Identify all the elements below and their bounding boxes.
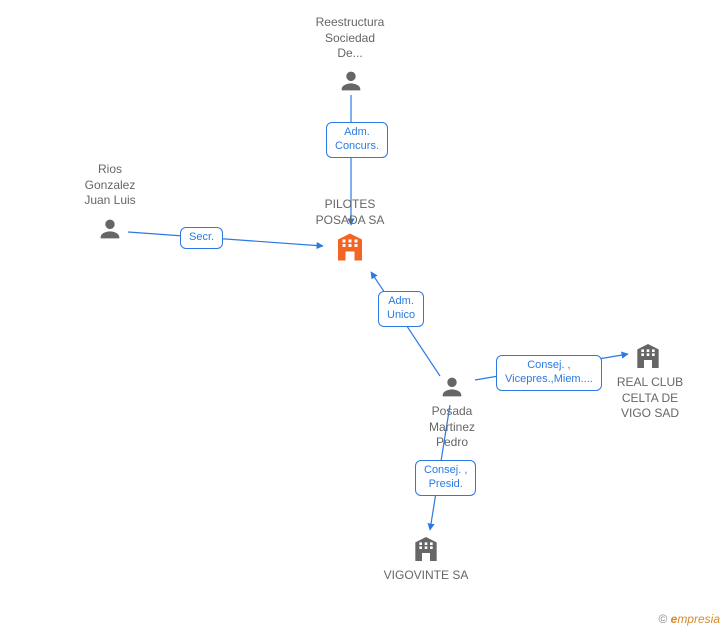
brand-logo: empresia [671, 612, 720, 626]
building-icon-primary[interactable] [332, 229, 368, 270]
edge-rios-pilotes [128, 232, 323, 246]
node-label-realclub[interactable]: REAL CLUB CELTA DE VIGO SAD [600, 375, 700, 422]
edge-label-consej-vicepres[interactable]: Consej. , Vicepres.,Miem.... [496, 355, 602, 391]
edge-label-adm-unico[interactable]: Adm. Unico [378, 291, 424, 327]
node-label-reestructura[interactable]: Reestructura Sociedad De... [300, 15, 400, 62]
building-icon[interactable] [410, 533, 442, 570]
building-icon[interactable] [632, 340, 664, 377]
footer-copyright: © empresia [658, 612, 720, 626]
edge-label-adm-concurs[interactable]: Adm. Concurs. [326, 122, 388, 158]
edge-label-consej-presid[interactable]: Consej. , Presid. [415, 460, 476, 496]
person-icon[interactable] [337, 67, 365, 100]
copyright-symbol: © [658, 612, 667, 626]
node-label-vigovinte[interactable]: VIGOVINTE SA [376, 568, 476, 584]
person-icon[interactable] [96, 215, 124, 248]
edge-label-secr[interactable]: Secr. [180, 227, 223, 249]
person-icon[interactable] [438, 373, 466, 406]
node-label-pilotes[interactable]: PILOTES POSADA SA [300, 197, 400, 228]
node-label-posada-martinez[interactable]: Posada Martinez Pedro [402, 404, 502, 451]
node-label-rios[interactable]: Rios Gonzalez Juan Luis [60, 162, 160, 209]
